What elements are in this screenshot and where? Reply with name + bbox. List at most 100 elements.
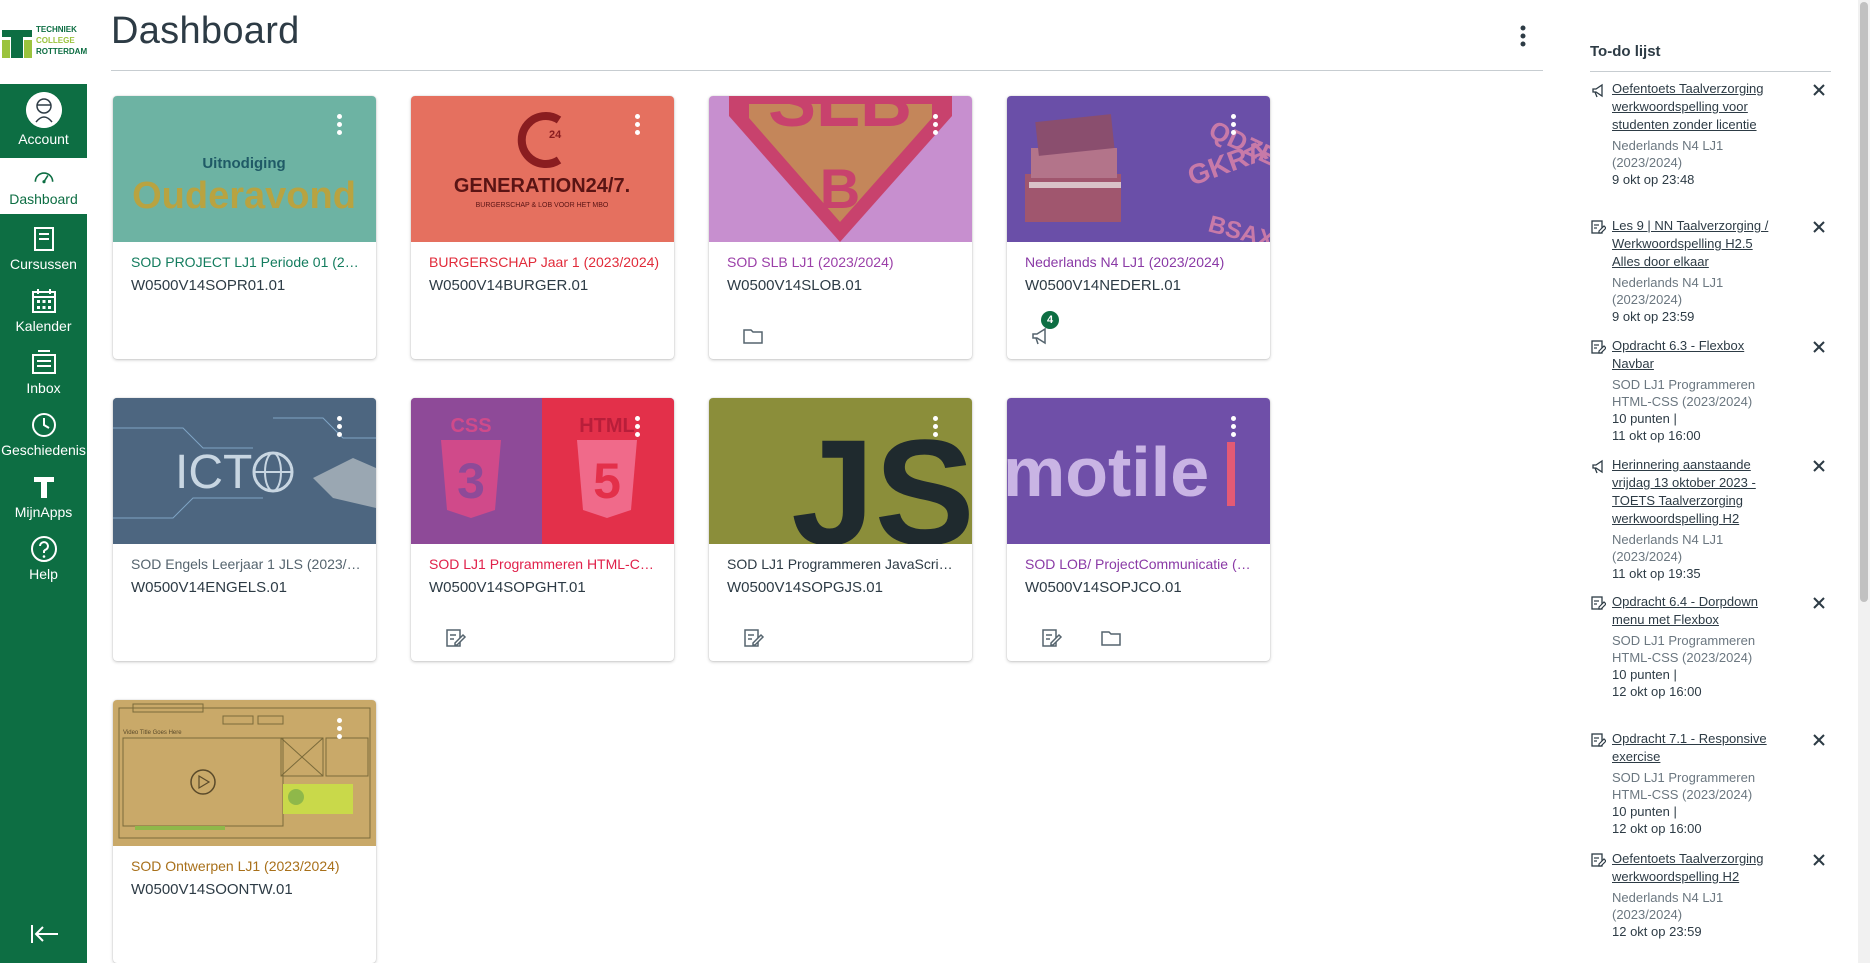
assignment-icon[interactable] [741,626,765,650]
nav-inbox-label: Inbox [26,380,61,396]
dashboard-icon [34,172,53,184]
course-card[interactable]: Uitnodiging Ouderavond SOD PROJECT LJ1 P… [113,96,376,359]
course-card-title[interactable]: SOD Engels Leerjaar 1 JLS (2023/2024) [131,556,363,572]
announcements-button[interactable]: 4 [1029,311,1059,348]
course-card-title[interactable]: SOD LOB/ ProjectCommunicatie (2023/2024) [1025,556,1257,572]
assignment-icon[interactable] [443,626,467,650]
todo-item-course: Nederlands N4 LJ1 (2023/2024) [1612,890,1724,922]
nav-apps[interactable]: MijnApps [0,473,87,520]
todo-item-course: Nederlands N4 LJ1 (2023/2024) [1612,138,1724,170]
dismiss-close-icon[interactable] [1811,339,1827,355]
course-card-code: W0500V14SOPR01.01 [131,277,286,294]
nav-history[interactable]: Geschiedenis [0,411,87,458]
course-card[interactable]: 24 GENERATION24/7. BURGERSCHAP & LOB VOO… [411,96,674,359]
card-options-icon[interactable] [336,416,344,440]
course-card[interactable]: motile SOD LOB/ ProjectCommunicatie (202… [1007,398,1270,661]
todo-item-link[interactable]: Opdracht 7.1 - Responsive exercise [1612,730,1772,766]
dismiss-close-icon[interactable] [1811,82,1827,98]
todo-item: Oefentoets Taalverzorging werkwoordspell… [1591,850,1832,940]
todo-item-link[interactable]: Oefentoets Taalverzorging werkwoordspell… [1612,850,1772,886]
card-options-icon[interactable] [1230,416,1238,440]
dismiss-close-icon[interactable] [1811,732,1827,748]
todo-heading: To-do lijst [1590,43,1661,60]
nav-help-label: Help [29,566,58,582]
course-card-title[interactable]: SOD LJ1 Programmeren HTML-CSS (2023/2024… [429,556,661,572]
hero-text: BURGERSCHAP & LOB VOOR HET MBO [476,202,609,209]
dashboard-options-icon[interactable] [1510,22,1536,50]
dismiss-close-icon[interactable] [1811,595,1827,611]
hero-text: Uitnodiging [202,155,285,172]
nav-inbox[interactable]: Inbox [0,349,87,396]
nav-calendar[interactable]: Kalender [0,287,87,334]
course-card-code: W0500V14SOPJCO.01 [1025,579,1182,596]
todo-item: Opdracht 6.4 - Dorpdown menu met Flexbox… [1591,593,1832,700]
todo-item-course: Nederlands N4 LJ1 (2023/2024) [1612,532,1724,564]
todo-item-course: SOD LJ1 Programmeren HTML-CSS (2023/2024… [1612,770,1756,802]
course-card[interactable]: ICT SOD Engels Leerjaar 1 JLS (2023/2024… [113,398,376,661]
school-logo[interactable]: TECHNIEK COLLEGE ROTTERDAM [0,0,87,84]
announcement-icon [1592,459,1603,474]
todo-item-link[interactable]: Herinnering aanstaande vrijdag 13 oktobe… [1612,456,1772,528]
todo-item: Herinnering aanstaande vrijdag 13 oktobe… [1592,456,1832,582]
announcement-icon [1592,83,1603,98]
todo-item-course: SOD LJ1 Programmeren HTML-CSS (2023/2024… [1612,377,1756,409]
course-card-code: W0500V14ENGELS.01 [131,579,287,596]
nav-dashboard[interactable]: Dashboard [0,158,87,214]
course-card[interactable]: SLB B SOD SLB LJ1 (2023/2024) W0500V14SL… [709,96,972,359]
collapse-nav-icon[interactable] [30,922,60,946]
course-card-title[interactable]: BURGERSCHAP Jaar 1 (2023/2024) [429,254,661,270]
hero-text: Video Title Goes Here [123,730,182,736]
todo-item-date: 11 okt op 19:35 [1612,566,1701,581]
card-options-icon[interactable] [336,718,344,742]
logo-line: TECHNIEK [36,25,77,34]
nav-help[interactable]: Help [0,535,87,582]
dismiss-close-icon[interactable] [1811,219,1827,235]
card-options-icon[interactable] [932,416,940,440]
course-card[interactable]: Video Title Goes Here SOD Ontwerpen LJ1 … [113,700,376,963]
todo-item-link[interactable]: Oefentoets Taalverzorging werkwoordspell… [1612,80,1772,134]
page-title: Dashboard [111,10,300,52]
folder-icon[interactable] [741,324,765,348]
scrollbar-thumb[interactable] [1860,2,1868,602]
page-scrollbar[interactable] [1858,0,1870,963]
inbox-icon [31,350,56,374]
course-card-title[interactable]: SOD SLB LJ1 (2023/2024) [727,254,959,270]
course-card[interactable]: CSS HTML 3 5 SOD LJ1 Programmeren HTML-C… [411,398,674,661]
dismiss-close-icon[interactable] [1811,458,1827,474]
hero-text: motile [1007,433,1209,511]
course-card-title[interactable]: Nederlands N4 LJ1 (2023/2024) [1025,254,1257,270]
hero-text: 24 [549,129,562,141]
dismiss-close-icon[interactable] [1811,852,1827,868]
todo-item-link[interactable]: Les 9 | NN Taalverzorging / Werkwoordspe… [1612,217,1772,271]
card-options-icon[interactable] [1230,114,1238,138]
todo-item-link[interactable]: Opdracht 6.3 - Flexbox Navbar [1612,337,1772,373]
course-card[interactable]: JS SOD LJ1 Programmeren JavaScript (2023… [709,398,972,661]
course-card-title[interactable]: SOD PROJECT LJ1 Periode 01 (2023/2024) [131,254,363,270]
hero-text: HTML [579,415,635,437]
logo-text: TECHNIEK COLLEGE ROTTERDAM [36,24,87,57]
course-card-code: W0500V14SOPGJS.01 [727,579,883,596]
todo-item: Opdracht 7.1 - Responsive exercise SOD LJ… [1591,730,1832,837]
assignment-icon[interactable] [1039,626,1063,650]
todo-item-date: 11 okt op 16:00 [1612,428,1701,443]
card-options-icon[interactable] [634,416,642,440]
folder-icon[interactable] [1099,626,1123,650]
apps-icon [33,477,54,498]
card-options-icon[interactable] [336,114,344,138]
assignment-icon [1591,596,1606,610]
nav-account[interactable]: Account [0,92,87,147]
card-options-icon[interactable] [932,114,940,138]
todo-item-link[interactable]: Opdracht 6.4 - Dorpdown menu met Flexbox [1612,593,1772,629]
nav-courses[interactable]: Cursussen [0,225,87,272]
course-card-title[interactable]: SOD LJ1 Programmeren JavaScript (2023/20… [727,556,959,572]
todo-item-date: 12 okt op 16:00 [1612,684,1702,699]
hero-text: GENERATION24/7. [454,175,630,197]
todo-item-date: 12 okt op 23:59 [1612,924,1702,939]
avatar-icon [25,92,62,128]
card-options-icon[interactable] [634,114,642,138]
nav-history-label: Geschiedenis [1,442,86,458]
course-card[interactable]: QDZE GKRA BSAX Nederlands N4 LJ1 (2023/2… [1007,96,1270,359]
hero-text: JS [791,408,972,544]
course-card-title[interactable]: SOD Ontwerpen LJ1 (2023/2024) [131,858,363,874]
todo-item-points: 10 punten | [1612,804,1677,819]
